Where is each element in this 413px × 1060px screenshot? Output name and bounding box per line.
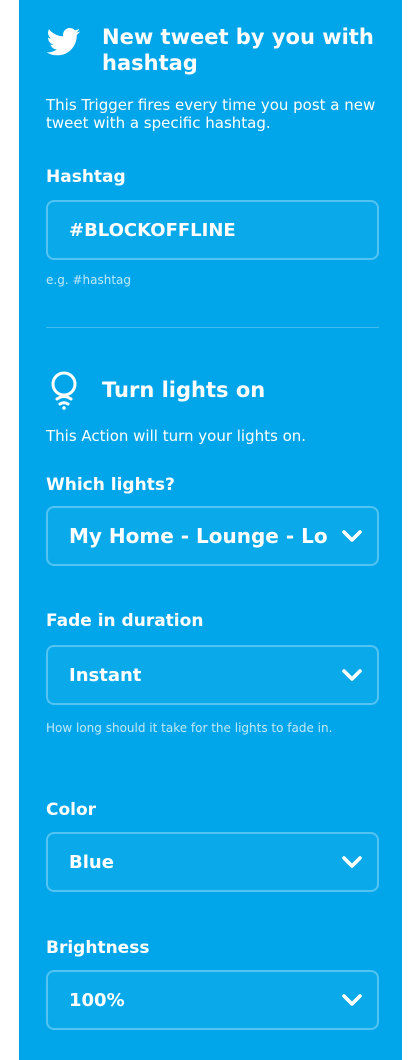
which-lights-value: My Home - Lounge - Lo: [69, 524, 328, 548]
color-select[interactable]: Blue: [46, 832, 379, 892]
chevron-down-icon: [341, 854, 363, 870]
fade-duration-label: Fade in duration: [46, 611, 204, 631]
twitter-bird-icon: [46, 24, 82, 60]
hashtag-value: #BLOCKOFFLINE: [69, 219, 236, 241]
fade-duration-select[interactable]: Instant: [46, 645, 379, 705]
chevron-down-icon: [341, 528, 363, 544]
trigger-description: This Trigger fires every time you post a…: [46, 96, 376, 132]
section-divider: [46, 327, 379, 328]
action-description: This Action will turn your lights on.: [46, 427, 307, 445]
brightness-select[interactable]: 100%: [46, 970, 379, 1030]
color-label: Color: [46, 800, 97, 820]
fade-duration-help-text: How long should it take for the lights t…: [46, 721, 333, 735]
action-header: Turn lights on: [46, 371, 377, 410]
brightness-label: Brightness: [46, 938, 150, 958]
action-title: Turn lights on: [102, 378, 266, 402]
which-lights-label: Which lights?: [46, 475, 175, 495]
brightness-value: 100%: [69, 989, 125, 1011]
which-lights-select[interactable]: My Home - Lounge - Lo: [46, 506, 379, 566]
chevron-down-icon: [341, 992, 363, 1008]
lightbulb-wifi-icon: [46, 371, 82, 410]
chevron-down-icon: [341, 667, 363, 683]
hashtag-help-text: e.g. #hashtag: [46, 273, 131, 287]
trigger-header: New tweet by you with hashtag: [46, 24, 377, 76]
trigger-title: New tweet by you with hashtag: [102, 25, 374, 75]
color-value: Blue: [69, 851, 114, 873]
fade-duration-value: Instant: [69, 664, 142, 686]
applet-config-panel: New tweet by you with hashtag This Trigg…: [19, 0, 402, 1060]
hashtag-input[interactable]: #BLOCKOFFLINE: [46, 200, 379, 260]
hashtag-label: Hashtag: [46, 167, 126, 187]
